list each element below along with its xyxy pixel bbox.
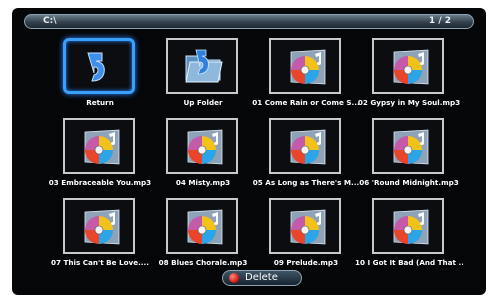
- grid-item-file[interactable]: 03 Embraceable You.mp3: [49, 118, 153, 196]
- item-label: 09 Prelude.mp3: [273, 258, 339, 267]
- grid-item-file[interactable]: 04 Misty.mp3: [153, 118, 256, 196]
- grid-item-file[interactable]: 02 Gypsy in My Soul.mp3: [358, 38, 462, 116]
- music-disc-icon: [187, 129, 223, 165]
- delete-button-label: Delete: [245, 272, 278, 283]
- grid-item-file[interactable]: 01 Come Rain or Come S...: [252, 38, 360, 116]
- item-label: 07 This Can't Be Love....: [50, 258, 149, 267]
- item-label: 08 Blues Chorale.mp3: [158, 258, 248, 267]
- delete-red-dot-icon: [229, 273, 239, 283]
- item-label: 02 Gypsy in My Soul.mp3: [357, 98, 461, 107]
- item-label: 10 I Got It Bad (And That ...: [355, 258, 463, 267]
- file-browser-screen: C:\ 1 / 2 Return Up Folder 01 Come Rain …: [12, 8, 486, 295]
- grid-item-file[interactable]: 05 As Long as There's M...: [253, 118, 359, 196]
- current-path: C:\: [43, 16, 57, 26]
- item-label: 03 Embraceable You.mp3: [48, 178, 152, 187]
- page-indicator: 1 / 2: [428, 16, 451, 26]
- item-thumbnail[interactable]: [166, 118, 238, 174]
- item-thumbnail[interactable]: [166, 198, 238, 254]
- item-thumbnail[interactable]: [269, 118, 341, 174]
- item-thumbnail[interactable]: [269, 198, 341, 254]
- grid-item-file[interactable]: 10 I Got It Bad (And That ...: [355, 198, 463, 276]
- grid-item-file[interactable]: 09 Prelude.mp3: [256, 198, 359, 276]
- music-disc-icon: [393, 49, 429, 85]
- folder-up-icon: [185, 49, 223, 83]
- item-thumbnail[interactable]: [166, 38, 238, 94]
- item-label: 05 As Long as There's M...: [252, 178, 360, 187]
- grid-item-up-folder[interactable]: Up Folder: [153, 38, 256, 116]
- item-thumbnail[interactable]: [269, 38, 341, 94]
- item-thumbnail[interactable]: [63, 38, 135, 94]
- item-thumbnail[interactable]: [372, 118, 444, 174]
- item-label: Return: [86, 98, 114, 107]
- music-disc-icon: [393, 209, 429, 245]
- music-disc-icon: [84, 209, 120, 245]
- grid-item-file[interactable]: 06 'Round Midnight.mp3: [359, 118, 462, 196]
- grid-item-file[interactable]: 07 This Can't Be Love....: [50, 198, 153, 276]
- music-disc-icon: [290, 129, 326, 165]
- item-label: 04 Misty.mp3: [175, 178, 231, 187]
- music-disc-icon: [393, 129, 429, 165]
- grid-item-file[interactable]: 08 Blues Chorale.mp3: [153, 198, 256, 276]
- music-disc-icon: [187, 209, 223, 245]
- music-disc-icon: [84, 129, 120, 165]
- grid-item-return[interactable]: Return: [50, 38, 153, 116]
- music-disc-icon: [290, 49, 326, 85]
- item-label: 01 Come Rain or Come S...: [252, 98, 360, 107]
- item-label: 06 'Round Midnight.mp3: [359, 178, 459, 187]
- path-bar: C:\ 1 / 2: [24, 14, 474, 29]
- item-thumbnail[interactable]: [63, 118, 135, 174]
- item-thumbnail[interactable]: [63, 198, 135, 254]
- return-icon: [87, 52, 105, 82]
- item-thumbnail[interactable]: [372, 198, 444, 254]
- music-disc-icon: [290, 209, 326, 245]
- item-thumbnail[interactable]: [372, 38, 444, 94]
- item-label: Up Folder: [183, 98, 223, 107]
- delete-button[interactable]: Delete: [222, 270, 302, 286]
